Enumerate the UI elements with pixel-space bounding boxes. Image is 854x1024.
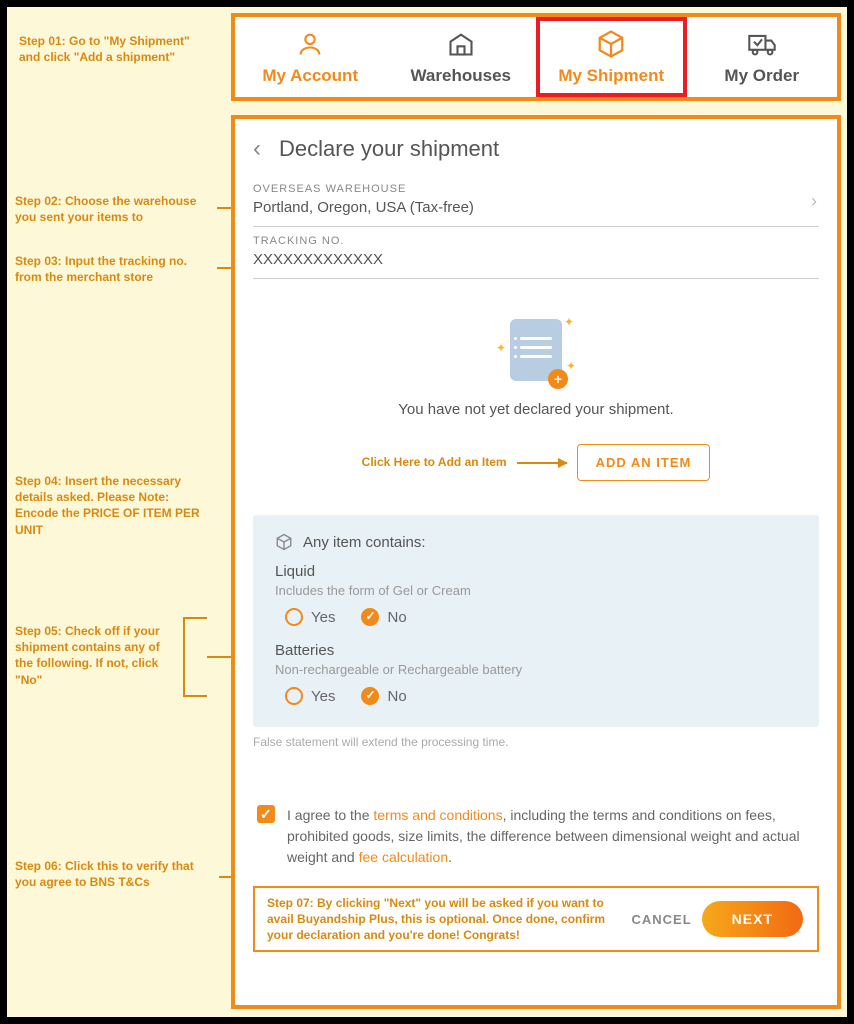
liquid-yes-radio[interactable]: Yes: [285, 608, 335, 626]
main-content: My Account Warehouses My Shipment: [231, 7, 841, 1017]
item-contains-panel: Any item contains: Liquid Includes the f…: [253, 515, 819, 727]
terms-link[interactable]: terms and conditions: [373, 807, 502, 823]
add-item-hint: Click Here to Add an Item: [362, 454, 507, 470]
step-3-text: Step 03: Input the tracking no. from the…: [15, 253, 215, 285]
fee-calc-link[interactable]: fee calculation: [359, 849, 449, 865]
chevron-right-icon: ›: [811, 191, 817, 212]
contains-heading: Any item contains:: [303, 534, 426, 551]
tab-label: My Order: [724, 66, 799, 86]
liquid-sublabel: Includes the form of Gel or Cream: [275, 583, 797, 598]
arrow-icon: [517, 462, 567, 464]
tab-my-order[interactable]: My Order: [687, 17, 838, 97]
page-title: Declare your shipment: [279, 136, 499, 162]
tab-my-shipment[interactable]: My Shipment: [536, 17, 687, 97]
step-6-text: Step 06: Click this to verify that you a…: [15, 858, 215, 890]
step-7-text: Step 07: By clicking "Next" you will be …: [255, 889, 631, 950]
agree-checkbox[interactable]: [257, 805, 275, 823]
warehouse-field[interactable]: OVERSEAS WAREHOUSE Portland, Oregon, USA…: [253, 175, 819, 227]
plus-icon: +: [548, 369, 568, 389]
empty-state: ✦ ✦ ✦ + You have not yet declared your s…: [253, 319, 819, 418]
agree-row: I agree to the terms and conditions, inc…: [253, 805, 819, 868]
annotation-sidebar: Step 01: Go to "My Shipment" and click "…: [7, 7, 231, 1017]
tab-label: My Account: [262, 66, 358, 86]
step-2-text: Step 02: Choose the warehouse you sent y…: [15, 193, 215, 225]
document-illustration: ✦ ✦ ✦ +: [510, 319, 562, 387]
tab-warehouses[interactable]: Warehouses: [386, 17, 537, 97]
step-4-text: Step 04: Insert the necessary details as…: [15, 473, 215, 538]
bracket-icon: [183, 617, 207, 697]
field-value: XXXXXXXXXXXXX: [253, 251, 819, 268]
tab-label: My Shipment: [558, 66, 664, 86]
batteries-sublabel: Non-rechargeable or Rechargeable battery: [275, 662, 797, 677]
liquid-no-radio[interactable]: No: [361, 608, 406, 626]
field-label: OVERSEAS WAREHOUSE: [253, 183, 819, 195]
disclaimer-text: False statement will extend the processi…: [253, 735, 819, 749]
declare-shipment-panel: ‹ Declare your shipment OVERSEAS WAREHOU…: [231, 115, 841, 1009]
back-button[interactable]: ‹: [253, 135, 261, 163]
cancel-button[interactable]: CANCEL: [631, 912, 691, 927]
field-label: TRACKING NO.: [253, 235, 819, 247]
step-1-text: Step 01: Go to "My Shipment" and click "…: [19, 33, 209, 65]
person-icon: [296, 28, 324, 60]
footer-actions: Step 07: By clicking "Next" you will be …: [253, 886, 819, 952]
next-button[interactable]: NEXT: [702, 901, 803, 937]
batteries-no-radio[interactable]: No: [361, 687, 406, 705]
tab-label: Warehouses: [411, 66, 511, 86]
cube-icon: [275, 533, 293, 551]
agree-text: I agree to the terms and conditions, inc…: [287, 805, 815, 868]
package-icon: [596, 28, 626, 60]
step-5-text: Step 05: Check off if your shipment cont…: [15, 623, 175, 688]
batteries-yes-radio[interactable]: Yes: [285, 687, 335, 705]
nav-tabs: My Account Warehouses My Shipment: [231, 13, 841, 101]
active-tab-highlight: My Shipment: [536, 17, 687, 97]
truck-icon: [747, 28, 777, 60]
empty-state-text: You have not yet declared your shipment.: [253, 401, 819, 418]
tab-my-account[interactable]: My Account: [235, 17, 386, 97]
batteries-label: Batteries: [275, 642, 797, 659]
warehouse-icon: [447, 28, 475, 60]
field-value: Portland, Oregon, USA (Tax-free): [253, 199, 819, 216]
add-item-button[interactable]: ADD AN ITEM: [577, 444, 711, 481]
tracking-field[interactable]: TRACKING NO. XXXXXXXXXXXXX: [253, 227, 819, 279]
liquid-label: Liquid: [275, 563, 797, 580]
